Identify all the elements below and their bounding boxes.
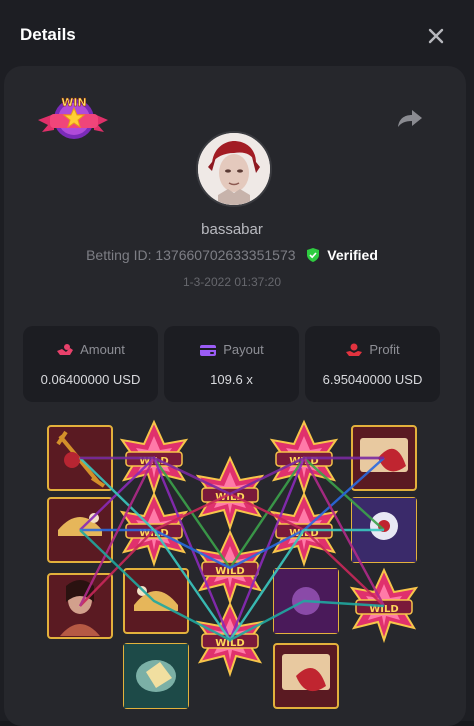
verified-shield-icon bbox=[307, 248, 320, 262]
payout-stat: Payout 109.6 x bbox=[164, 326, 299, 402]
win-badge-text: WIN bbox=[61, 96, 86, 109]
details-modal: Details WIN bassabar Betting ID: 1376607… bbox=[0, 0, 474, 726]
win-badge-icon: WIN bbox=[38, 96, 108, 139]
profit-label: Profit bbox=[369, 342, 400, 357]
symbol-tile bbox=[273, 643, 339, 709]
username: bassabar bbox=[201, 221, 263, 238]
slot-reels-board: WILD WILD WILD WILD WILD WILD WILD WILD bbox=[47, 421, 417, 709]
symbol-tile bbox=[123, 643, 189, 709]
profit-stat: Profit 6.95040000 USD bbox=[305, 326, 440, 402]
bet-datetime: 1-3-2022 01:37:20 bbox=[182, 275, 282, 289]
amount-stat: Amount 0.06400000 USD bbox=[23, 326, 158, 402]
amount-value: 0.06400000 USD bbox=[40, 372, 141, 387]
modal-header: Details bbox=[0, 0, 474, 68]
profit-icon bbox=[346, 343, 363, 356]
modal-title: Details bbox=[20, 25, 76, 44]
amount-label: Amount bbox=[80, 342, 125, 357]
payout-value: 109.6 x bbox=[210, 372, 253, 387]
coins-icon bbox=[57, 344, 74, 355]
wallet-icon bbox=[200, 345, 217, 356]
verified-label: Verified bbox=[327, 247, 378, 263]
share-icon[interactable] bbox=[396, 106, 424, 130]
avatar bbox=[196, 131, 272, 207]
betting-id-row: Betting ID: 137660702633351573 Verified bbox=[0, 247, 464, 263]
close-icon[interactable] bbox=[424, 24, 448, 48]
payout-label: Payout bbox=[223, 342, 264, 357]
profit-value: 6.95040000 USD bbox=[322, 372, 423, 387]
betting-id-value: 137660702633351573 bbox=[155, 247, 296, 263]
betting-id-label: Betting ID: bbox=[86, 247, 152, 263]
